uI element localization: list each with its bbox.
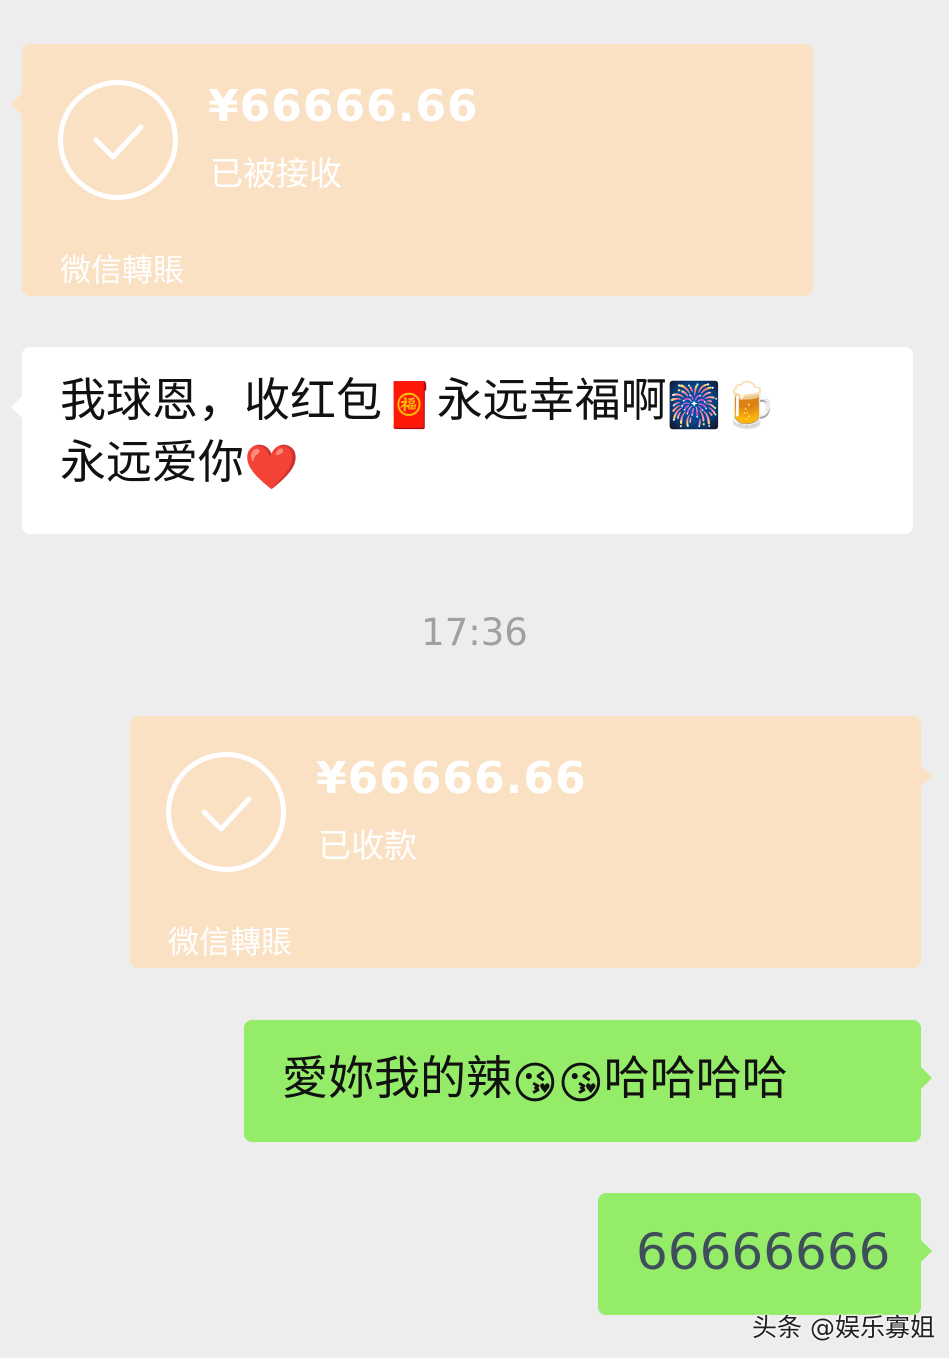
check-circle-icon	[58, 80, 178, 200]
transfer-status: 已被接收	[210, 154, 342, 193]
fireworks-emoji: 🎆	[666, 380, 722, 431]
message-text: 永远幸福啊	[436, 373, 667, 427]
outgoing-message-bubble[interactable]: 66666666	[598, 1193, 932, 1315]
bubble-tail	[920, 1066, 932, 1090]
watermark: 头条 @娱乐寡姐	[752, 1313, 935, 1342]
red-envelope-emoji: 🧧	[382, 380, 437, 431]
bubble-tail	[11, 92, 23, 116]
transfer-sent-card[interactable]: ¥66666.66 已收款 微信轉賬	[130, 716, 932, 968]
beer-mug-emoji: 🍺	[721, 380, 777, 431]
incoming-message-bubble[interactable]: 我球恩，收红包🧧永远幸福啊🎆🍺 永远爱你❤️	[11, 347, 913, 534]
transfer-amount: ¥66666.66	[208, 81, 479, 132]
message-line-2: 永远爱你❤️	[60, 431, 893, 493]
message-line-1: 我球恩，收红包🧧永远幸福啊🎆🍺	[60, 369, 893, 431]
transfer-label: 微信轉賬	[168, 925, 292, 961]
message-text: 我球恩，收红包	[60, 373, 382, 427]
message-text: 66666666	[636, 1223, 891, 1281]
check-circle-icon	[166, 752, 286, 872]
transfer-amount: ¥66666.66	[316, 753, 587, 804]
bubble-tail	[11, 395, 23, 419]
transfer-label: 微信轉賬	[60, 253, 184, 289]
face-blowing-kiss-emoji: 😘	[512, 1058, 558, 1109]
chat-timestamp: 17:36	[421, 611, 528, 654]
red-heart-emoji: ❤️	[244, 442, 299, 493]
face-blowing-kiss-emoji: 😘	[557, 1058, 604, 1109]
transfer-received-card[interactable]: ¥66666.66 已被接收 微信轉賬	[11, 44, 813, 296]
bubble-tail	[920, 1239, 932, 1263]
outgoing-message-bubble[interactable]: 愛妳我的辣😘😘哈哈哈哈	[244, 1020, 932, 1142]
message-text: 永远爱你	[60, 435, 244, 489]
message-text: 愛妳我的辣	[282, 1051, 512, 1105]
bubble-tail	[920, 764, 932, 788]
message-text: 哈哈哈哈	[603, 1051, 788, 1105]
transfer-status: 已收款	[318, 826, 417, 865]
